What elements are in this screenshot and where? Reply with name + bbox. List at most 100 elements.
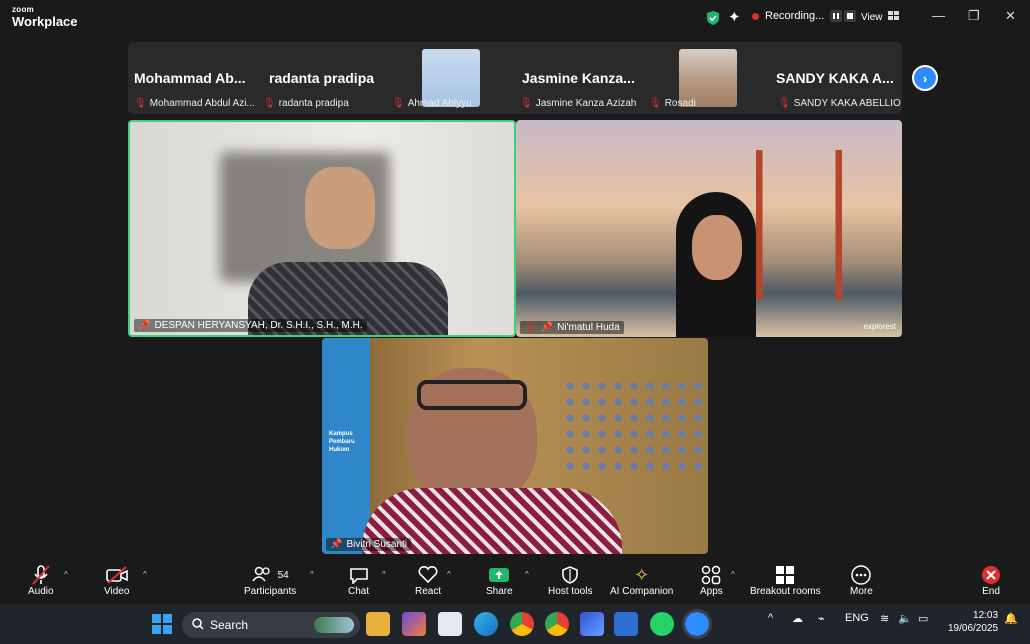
stop-recording-icon[interactable] — [844, 10, 857, 22]
search-placeholder: Search — [210, 618, 249, 632]
mic-muted-icon: 🎙 — [778, 98, 791, 109]
react-options-caret[interactable]: ^ — [447, 570, 451, 579]
participant-strip-item[interactable]: 🎙 radanta pradipa — [263, 98, 349, 109]
next-page-button[interactable]: › — [912, 65, 938, 91]
copilot-icon[interactable] — [402, 612, 426, 636]
video-tile-nameplate: 📌 DESPAN HERYANSYAH, Dr. S.H.I., S.H., M.… — [134, 319, 367, 332]
chat-button[interactable]: Chat — [348, 564, 369, 597]
video-options-caret[interactable]: ^ — [143, 570, 147, 579]
pause-recording-icon[interactable] — [830, 10, 843, 22]
video-tile-nameplate: 📌 Bivitri Susanti — [326, 538, 412, 551]
breakout-rooms-label: Breakout rooms — [750, 586, 821, 597]
wifi-icon[interactable]: ≋ — [880, 612, 889, 625]
video-button[interactable]: Video — [104, 564, 129, 597]
pin-icon: 📌 — [138, 320, 151, 331]
breakout-rooms-button[interactable]: Breakout rooms — [750, 564, 821, 597]
windows-start-icon[interactable] — [150, 612, 174, 636]
microsoft-store-icon[interactable] — [438, 612, 462, 636]
calculator-icon[interactable] — [614, 612, 638, 636]
mic-muted-icon: 🎙 — [392, 98, 405, 109]
video-off-icon — [105, 564, 128, 586]
brand-bottom: Workplace — [12, 14, 78, 29]
mic-muted-icon: 🎙 — [524, 322, 537, 333]
show-hidden-icons-chevron[interactable]: ^ — [768, 612, 773, 624]
share-button[interactable]: Share — [486, 564, 513, 597]
end-meeting-button[interactable]: End — [981, 564, 1001, 597]
bridge-background — [736, 150, 902, 300]
recording-label: Recording... — [765, 10, 825, 22]
video-tile-active-speaker[interactable]: 📌 DESPAN HERYANSYAH, Dr. S.H.I., S.H., M.… — [128, 120, 516, 337]
participant-name-large: radanta pradipa — [269, 70, 375, 86]
brand-top: zoom — [12, 5, 35, 14]
mic-muted-icon: 🎙 — [649, 98, 662, 109]
audio-label: Audio — [28, 586, 54, 597]
notification-icon[interactable]: 🔔 — [1004, 612, 1018, 625]
minimize-button[interactable]: — — [932, 8, 945, 23]
mic-muted-icon: 🎙 — [520, 98, 533, 109]
video-label: Video — [104, 586, 130, 597]
tile-name: Ni'matul Huda — [557, 322, 620, 333]
ai-sparkle-icon[interactable]: ✦ — [728, 8, 741, 26]
recording-indicator[interactable]: Recording... — [752, 10, 857, 22]
apps-button[interactable]: Apps — [700, 564, 723, 597]
ai-companion-button[interactable]: ✧ AI Companion — [610, 564, 673, 598]
more-label: More — [850, 586, 873, 597]
participant-strip-item[interactable]: 🎙 Ahmad Ablyyu — [392, 98, 472, 109]
language-indicator[interactable]: ENG — [845, 612, 869, 624]
participant-name-large: Jasmine Kanza... — [522, 70, 635, 86]
heart-icon — [418, 564, 438, 586]
file-explorer-icon[interactable] — [366, 612, 390, 636]
network-status-icon[interactable]: ⌁ — [818, 612, 825, 625]
recording-dot-icon — [752, 12, 759, 20]
apps-options-caret[interactable]: ^ — [731, 570, 735, 579]
glasses-detail — [417, 380, 527, 410]
battery-icon[interactable]: ▭ — [918, 612, 928, 625]
taskbar-search-box[interactable]: Search — [182, 612, 360, 638]
participant-name-large: SANDY KAKA A... — [776, 70, 894, 86]
tile-name: Bivitri Susanti — [346, 539, 408, 550]
restore-button[interactable]: ❐ — [968, 8, 980, 24]
system-clock[interactable]: 12:03 19/06/2025 — [948, 609, 998, 635]
cloud-icon[interactable]: ☁ — [792, 612, 803, 625]
chrome-icon[interactable] — [510, 612, 534, 636]
participant-name: radanta pradipa — [278, 98, 349, 109]
participants-button[interactable]: 54 Participants — [244, 564, 296, 597]
participant-strip-item[interactable]: 🎙 Mohammad Abdul Azi... — [134, 98, 255, 109]
participant-strip-item[interactable]: 🎙 SANDY KAKA ABELLIO — [778, 98, 901, 109]
participant-strip-item[interactable]: 🎙 Rosadi — [649, 98, 696, 109]
whatsapp-icon[interactable] — [650, 612, 674, 636]
participant-strip-item[interactable]: 🎙 Jasmine Kanza Azizah — [520, 98, 636, 109]
search-highlight-image — [314, 617, 354, 633]
end-label: End — [982, 586, 1000, 597]
audio-options-caret[interactable]: ^ — [64, 570, 68, 579]
search-icon — [192, 617, 204, 633]
volume-icon[interactable]: 🔈 — [898, 612, 912, 625]
pin-icon: 📌 — [330, 539, 343, 550]
audio-button[interactable]: Audio — [28, 564, 54, 597]
participants-label: Participants — [244, 586, 297, 597]
video-tile[interactable]: Kampus Pembaru Hukum 📌 Bivitri Susanti — [322, 338, 708, 554]
participants-options-caret[interactable]: ^ — [310, 570, 314, 579]
close-window-button[interactable]: ✕ — [1005, 8, 1016, 24]
share-options-caret[interactable]: ^ — [525, 570, 529, 579]
zoom-logo: zoom Workplace — [12, 5, 78, 29]
mic-muted-icon — [31, 564, 51, 586]
pen-app-icon[interactable] — [580, 612, 604, 636]
more-button[interactable]: More — [850, 564, 873, 597]
tile-name: DESPAN HERYANSYAH, Dr. S.H.I., S.H., M.H… — [154, 320, 363, 331]
participant-name: Mohammad Abdul Azi... — [149, 98, 255, 109]
windows-taskbar: Search ^ ☁ ⌁ ENG ≋ 🔈 ▭ 12:03 19/06/2025 … — [0, 604, 1030, 644]
encryption-shield-icon[interactable] — [706, 10, 720, 31]
participant-name-large: Mohammad Ab... — [134, 70, 246, 86]
react-button[interactable]: React — [415, 564, 441, 597]
view-button[interactable]: View — [861, 11, 900, 23]
host-tools-button[interactable]: Host tools — [548, 564, 592, 597]
video-tile[interactable]: explorest 🎙 📌 Ni'matul Huda — [516, 120, 902, 337]
clock-date: 19/06/2025 — [948, 623, 999, 634]
chrome-profile-icon[interactable] — [545, 612, 569, 636]
chat-options-caret[interactable]: ^ — [382, 570, 386, 579]
zoom-taskbar-icon[interactable] — [682, 609, 712, 639]
edge-icon[interactable] — [474, 612, 498, 636]
wall-dots-decor — [562, 378, 702, 478]
banner-text: Kampus Pembaru Hukum — [329, 431, 355, 453]
